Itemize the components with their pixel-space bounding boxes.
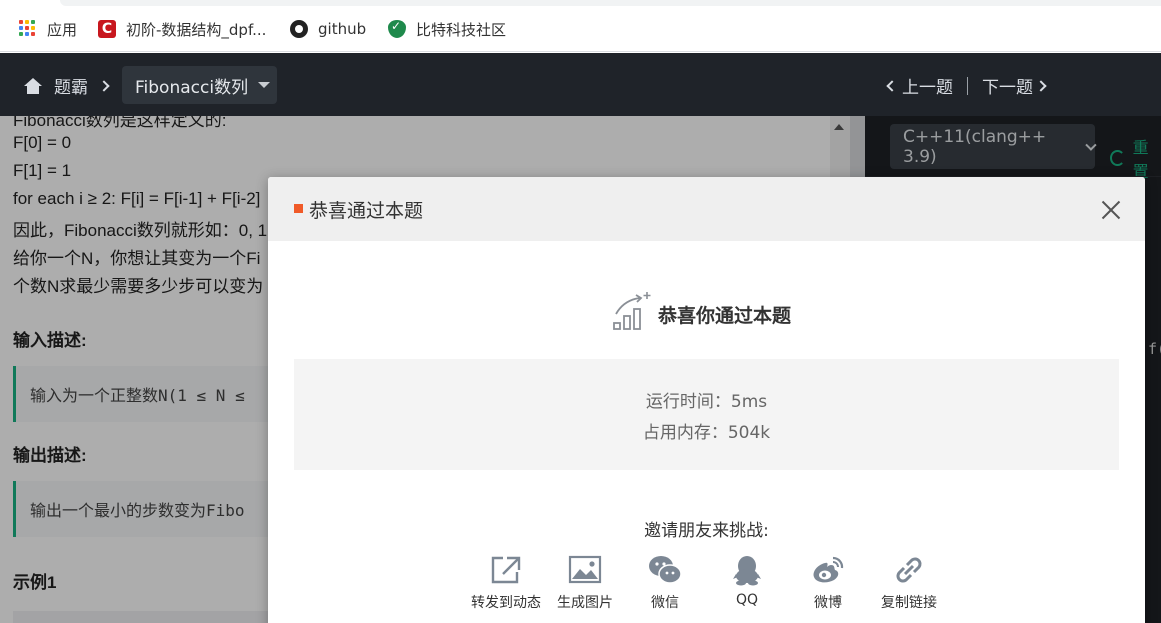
share-wechat-button[interactable]: 微信 [624,554,706,612]
bookmarks-bar: 应用 C 初阶-数据结构_dpf... github 比特科技社区 [0,6,1161,52]
runtime-text: 运行时间：5ms [645,392,768,412]
share-label: QQ [735,592,759,608]
chart-up-icon [613,292,651,330]
run-stats: 运行时间：5ms 占用内存：504k [294,359,1119,470]
copy-link-button[interactable]: 复制链接 [868,554,950,612]
title-mark [294,204,303,213]
bookmark-csdn[interactable]: C 初阶-数据结构_dpf... [98,18,266,40]
chevron-left-icon [886,79,898,92]
share-label: 复制链接 [881,595,937,611]
chevron-right-icon [1035,79,1047,92]
share-qq-button[interactable]: QQ [706,554,788,608]
share-label: 生成图片 [557,595,613,611]
memory-text: 占用内存：504k [642,423,771,443]
prev-problem-link[interactable]: 上一题 [886,73,953,98]
share-image-button[interactable]: 生成图片 [544,554,626,612]
modal-title: 恭喜通过本题 [309,200,424,222]
share-external-icon [491,556,521,584]
share-label: 微信 [651,595,679,611]
bit-community-icon [388,19,406,38]
success-modal: 恭喜通过本题 恭喜你通过本题 运行时间：5ms 占用内存：504k 邀请朋友来挑… [268,177,1145,623]
caret-down-icon [258,82,271,88]
success-text: 恭喜你通过本题 [658,305,792,327]
nav-separator [967,76,968,95]
chevron-right-icon [98,79,110,92]
prev-label: 上一题 [902,78,953,98]
github-icon [290,20,308,38]
next-problem-link[interactable]: 下一题 [982,73,1047,98]
bookmark-github[interactable]: github [290,18,366,40]
bookmark-label: 应用 [47,20,78,39]
bookmark-bit-community[interactable]: 比特科技社区 [388,18,506,40]
bookmark-label: github [318,20,367,38]
wechat-icon [649,556,682,584]
apps-grid-icon [19,20,37,38]
bookmark-label: 比特科技社区 [416,20,507,39]
home-label: 题霸 [54,78,88,98]
share-weibo-button[interactable]: 微博 [787,554,869,612]
share-repost-button[interactable]: 转发到动态 [465,554,547,612]
problem-nav: 上一题 下一题 [886,73,1047,98]
next-label: 下一题 [982,78,1033,98]
close-icon[interactable] [1100,199,1122,221]
problem-select-label: Fibonacci数列 [135,77,249,98]
modal-header: 恭喜通过本题 [268,177,1145,241]
breadcrumb-home[interactable]: 题霸 [24,73,110,98]
home-icon [24,77,42,94]
invite-text: 邀请朋友来挑战: [644,521,769,541]
image-icon [568,555,602,584]
link-icon [896,557,922,583]
share-label: 转发到动态 [471,595,541,611]
csdn-icon: C [98,20,116,38]
bookmark-label: 初阶-数据结构_dpf... [126,20,267,39]
bookmark-apps[interactable]: 应用 [19,18,77,40]
app-header: 题霸 Fibonacci数列 上一题 下一题 [0,53,1161,116]
watermark: https://blog.csdn.net/dpfxaca6 [944,594,1144,611]
qq-icon [733,556,761,586]
weibo-icon [813,556,844,583]
success-message: 恭喜你通过本题 [612,290,791,332]
share-label: 微博 [814,595,842,611]
problem-select[interactable]: Fibonacci数列 [122,66,277,104]
